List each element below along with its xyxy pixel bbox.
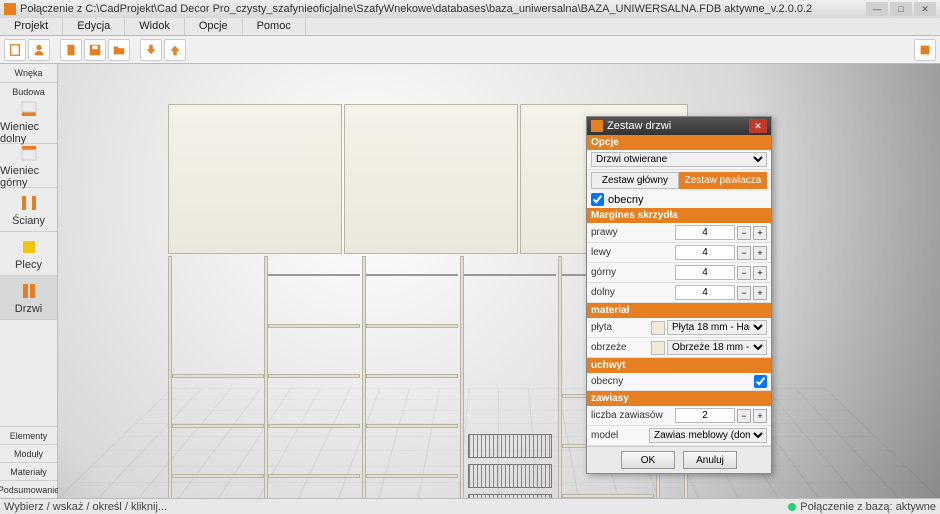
sidebar-tool-plecy[interactable]: Plecy: [0, 232, 57, 276]
dialog-icon: [591, 120, 603, 132]
tab-zestaw-glowny[interactable]: Zestaw główny: [591, 172, 679, 189]
connection-dot-icon: [788, 503, 796, 511]
sidebar-tool-wieniec-dolny[interactable]: Wieniec dolny: [0, 100, 57, 144]
sidebar-tool-label: Drzwi: [15, 303, 43, 315]
status-right: Połączenie z bazą: aktywne: [800, 501, 936, 513]
section-margines: Margines skrzydła: [587, 208, 771, 223]
menu-opcje[interactable]: Opcje: [185, 18, 243, 35]
obrzeze-select[interactable]: Obrzeże 18 mm - Hacjenda: [667, 340, 767, 355]
label-lewy: lewy: [591, 247, 649, 258]
statusbar: Wybierz / wskaż / określ / kliknij... Po…: [0, 498, 940, 514]
menu-edycja[interactable]: Edycja: [63, 18, 125, 35]
sidebar-item-wneka[interactable]: Wnęka: [0, 64, 57, 82]
menu-pomoc[interactable]: Pomoc: [243, 18, 306, 35]
plyta-swatch: [651, 321, 665, 335]
tool-import-icon[interactable]: [164, 39, 186, 61]
spin-up-icon[interactable]: +: [753, 246, 767, 260]
window-title: Połączenie z C:\CadProjekt\Cad Decor Pro…: [20, 3, 812, 15]
tool-settings-icon[interactable]: [914, 39, 936, 61]
label-liczba-zawiasow: liczba zawiasów: [591, 410, 669, 421]
sidebar-item-moduly[interactable]: Moduły: [0, 444, 57, 462]
tool-folder-icon[interactable]: [108, 39, 130, 61]
label-plyta: płyta: [591, 322, 649, 333]
dialog-close-button[interactable]: ✕: [749, 119, 767, 133]
tool-new-icon[interactable]: [4, 39, 26, 61]
minimize-button[interactable]: —: [866, 2, 888, 16]
label-uchwyt-obecny: obecny: [591, 376, 649, 387]
sidebar-tool-label: Plecy: [15, 259, 42, 271]
sidebar-tool-drzwi[interactable]: Drzwi: [0, 276, 57, 320]
input-prawy[interactable]: [675, 225, 735, 240]
section-material: materiał: [587, 303, 771, 318]
menu-projekt[interactable]: Projekt: [0, 18, 63, 35]
obrzeze-swatch: [651, 341, 665, 355]
panel-bottom-icon: [19, 99, 39, 119]
door-type-select[interactable]: Drzwi otwierane: [591, 152, 767, 167]
maximize-button[interactable]: □: [890, 2, 912, 16]
tool-file-icon[interactable]: [60, 39, 82, 61]
toolbar: [0, 36, 940, 64]
zawias-model-select[interactable]: Zawias meblowy (domyślny): [649, 428, 767, 443]
sidebar-tool-wieniec-gorny[interactable]: Wieniec górny: [0, 144, 57, 188]
input-liczba-zawiasow[interactable]: [675, 408, 735, 423]
workspace: Wnęka Budowa Wieniec dolny Wieniec górny…: [0, 64, 940, 498]
spin-down-icon[interactable]: −: [737, 226, 751, 240]
sidebar-tool-sciany[interactable]: Ściany: [0, 188, 57, 232]
status-left: Wybierz / wskaż / określ / kliknij...: [4, 501, 167, 513]
label-obrzeze: obrzeże: [591, 342, 649, 353]
sidebar-item-materialy[interactable]: Materiały: [0, 462, 57, 480]
spin-down-icon[interactable]: −: [737, 286, 751, 300]
door-set-dialog: Zestaw drzwi ✕ Opcje Drzwi otwierane Zes…: [586, 116, 772, 474]
sidebar-bottom: Elementy Moduły Materiały Podsumowanie: [0, 426, 57, 498]
spin-up-icon[interactable]: +: [753, 266, 767, 280]
spin-down-icon[interactable]: −: [737, 409, 751, 423]
sidebar-item-elementy[interactable]: Elementy: [0, 426, 57, 444]
walls-icon: [19, 193, 39, 213]
tab-zestaw-pawlacza[interactable]: Zestaw pawlacza: [679, 172, 767, 189]
input-gorny[interactable]: [675, 265, 735, 280]
input-lewy[interactable]: [675, 245, 735, 260]
ok-button[interactable]: OK: [621, 451, 675, 469]
label-prawy: prawy: [591, 227, 649, 238]
close-button[interactable]: ✕: [914, 2, 936, 16]
spin-up-icon[interactable]: +: [753, 409, 767, 423]
cancel-button[interactable]: Anuluj: [683, 451, 737, 469]
sidebar-tool-label: Wieniec dolny: [0, 121, 57, 145]
tool-user-icon[interactable]: [28, 39, 50, 61]
dialog-title: Zestaw drzwi: [607, 120, 671, 132]
window-controls: — □ ✕: [866, 2, 936, 16]
sidebar-tool-label: Ściany: [12, 215, 45, 227]
input-dolny[interactable]: [675, 285, 735, 300]
uchwyt-checkbox[interactable]: [754, 375, 767, 388]
menubar: Projekt Edycja Widok Opcje Pomoc: [0, 18, 940, 36]
obecny-label: obecny: [608, 194, 643, 206]
panel-top-icon: [19, 143, 39, 163]
tool-save-icon[interactable]: [84, 39, 106, 61]
sidebar-tool-label: Wieniec górny: [0, 165, 57, 189]
viewport-3d[interactable]: [58, 64, 940, 498]
spin-up-icon[interactable]: +: [753, 286, 767, 300]
label-model: model: [591, 430, 649, 441]
back-panel-icon: [19, 237, 39, 257]
tool-export-icon[interactable]: [140, 39, 162, 61]
section-zawiasy: zawiasy: [587, 391, 771, 406]
sidebar: Wnęka Budowa Wieniec dolny Wieniec górny…: [0, 64, 58, 498]
obecny-checkbox[interactable]: [591, 193, 604, 206]
app-icon: [4, 3, 16, 15]
section-opcje: Opcje: [587, 135, 771, 150]
label-gorny: górny: [591, 267, 649, 278]
section-uchwyt: uchwyt: [587, 358, 771, 373]
sidebar-item-podsumowanie[interactable]: Podsumowanie: [0, 480, 57, 498]
label-dolny: dolny: [591, 287, 649, 298]
doors-icon: [19, 281, 39, 301]
titlebar: Połączenie z C:\CadProjekt\Cad Decor Pro…: [0, 0, 940, 18]
menu-widok[interactable]: Widok: [125, 18, 185, 35]
sidebar-item-budowa[interactable]: Budowa: [0, 82, 57, 100]
spin-up-icon[interactable]: +: [753, 226, 767, 240]
spin-down-icon[interactable]: −: [737, 266, 751, 280]
plyta-select[interactable]: Płyta 18 mm - Hacjenda biała: [667, 320, 767, 335]
spin-down-icon[interactable]: −: [737, 246, 751, 260]
dialog-titlebar[interactable]: Zestaw drzwi ✕: [587, 117, 771, 135]
